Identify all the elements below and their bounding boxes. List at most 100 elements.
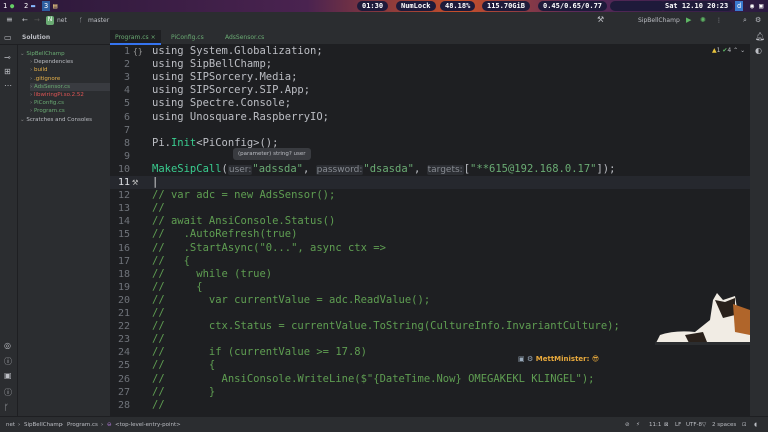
code-line[interactable]: 5 using Spectre.Console; bbox=[110, 97, 750, 110]
code-line[interactable]: 8 Pi.Init<PiConfig>(); bbox=[110, 137, 750, 150]
tree-item-label: PiConfig.cs bbox=[33, 100, 64, 107]
project-badge: N bbox=[46, 16, 54, 25]
tree-item-label: .gitignore bbox=[33, 75, 61, 82]
code-editor[interactable]: ▲1 ✔4 ⌃ ⌄ 1{} using System.Globalization;… bbox=[110, 45, 750, 416]
debug-icon[interactable]: ✺ bbox=[700, 16, 706, 24]
power-save-icon[interactable]: ⚡︎ bbox=[636, 422, 640, 428]
code-line[interactable]: 24 // if (currentValue >= 17.8) bbox=[110, 346, 750, 359]
code-line[interactable]: 13 // bbox=[110, 202, 750, 215]
terminal-icon[interactable]: ▣ bbox=[4, 371, 12, 380]
code-line[interactable]: 19 // { bbox=[110, 281, 750, 294]
services-icon[interactable]: ◎ bbox=[4, 341, 11, 350]
tab-adssensor[interactable]: AdsSensor.cs bbox=[220, 30, 269, 45]
code-line[interactable]: 3 using SIPSorcery.Media; bbox=[110, 71, 750, 84]
line-number: 14 bbox=[117, 216, 130, 228]
problems-icon[interactable]: ⓘ bbox=[4, 356, 12, 367]
gear-icon[interactable]: ⚙ bbox=[755, 16, 761, 24]
notifications-icon[interactable]: ⓘ bbox=[4, 387, 12, 398]
breadcrumb-sep: › bbox=[101, 422, 104, 428]
cursor-position[interactable]: 11:1 bbox=[649, 422, 661, 428]
code-line[interactable]: 23 // bbox=[110, 333, 750, 346]
tree-item[interactable]: › PiConfig.cs bbox=[30, 99, 64, 107]
tab-piconfig[interactable]: PiConfig.cs bbox=[166, 30, 209, 45]
code-line[interactable]: 2 using SipBellChamp; bbox=[110, 58, 750, 71]
editorconfig-icon[interactable]: ▽ bbox=[702, 422, 706, 428]
code-line[interactable]: 17 // { bbox=[110, 255, 750, 268]
ai-assistant-icon[interactable]: ◐ bbox=[755, 46, 762, 55]
solution-header[interactable]: Solution bbox=[22, 34, 50, 41]
run-config-selector[interactable]: SipBellChamp bbox=[638, 17, 680, 24]
menu-icon[interactable]: ≡ bbox=[6, 15, 13, 24]
screen-icon[interactable]: ▣ bbox=[757, 1, 765, 11]
branch-selector[interactable]: master bbox=[88, 17, 109, 24]
code-line[interactable]: 1{} using System.Globalization; bbox=[110, 45, 750, 58]
code-line[interactable]: 20 // var currentValue = adc.ReadValue(); bbox=[110, 294, 750, 307]
tree-item[interactable]: › Program.cs bbox=[30, 107, 65, 115]
app-icon[interactable]: d bbox=[735, 1, 744, 11]
check-icon[interactable]: ⊘ bbox=[625, 422, 630, 428]
run-icon[interactable]: ▶ bbox=[686, 16, 691, 24]
code-line[interactable]: 9 bbox=[110, 150, 750, 163]
code-token: using Spectre.Console; bbox=[152, 97, 292, 110]
indent[interactable]: 2 spaces bbox=[712, 422, 736, 428]
hammer-icon[interactable]: ⚒ bbox=[597, 15, 604, 24]
breadcrumb-sep: › bbox=[18, 422, 21, 428]
tree-item[interactable]: ⌄ SipBellChamp bbox=[20, 50, 65, 58]
breadcrumb-3[interactable]: <top-level-entry-point> bbox=[115, 422, 181, 428]
more-icon[interactable]: ⋮ bbox=[716, 17, 722, 24]
hammer-icon[interactable]: ⚒ bbox=[132, 176, 138, 189]
back-icon[interactable]: ← bbox=[22, 16, 28, 24]
structure-icon[interactable]: ⊞ bbox=[4, 67, 11, 76]
memory-icon[interactable]: ◖ bbox=[754, 422, 757, 428]
tray-icon[interactable]: ◉ bbox=[748, 1, 756, 11]
search-icon[interactable]: ⌕ bbox=[743, 16, 747, 25]
tree-item[interactable]: › .gitignore bbox=[30, 75, 60, 83]
line-number: 24 bbox=[117, 347, 130, 359]
forward-icon[interactable]: → bbox=[34, 16, 40, 24]
code-token: // bbox=[152, 333, 165, 346]
code-text: // .StartAsync("0...", async ctx => bbox=[152, 242, 386, 255]
line-number: 27 bbox=[117, 386, 130, 398]
code-line[interactable]: 25 // { bbox=[110, 359, 750, 372]
code-line[interactable]: 7 bbox=[110, 124, 750, 137]
more-tools-icon[interactable]: ⋯ bbox=[4, 81, 12, 90]
code-line[interactable]: 6 using Unosquare.RaspberryIO; bbox=[110, 111, 750, 124]
tree-item-label: SipBellChamp bbox=[26, 51, 65, 57]
breadcrumb-2[interactable]: Program.cs bbox=[67, 422, 98, 428]
code-line[interactable]: 10 MakeSipCall(user:"adssda", password:"d… bbox=[110, 163, 750, 176]
code-line[interactable]: 14 // await AnsiConsole.Status() bbox=[110, 215, 750, 228]
code-line[interactable]: 12 // var adc = new AdsSensor(); bbox=[110, 189, 750, 202]
code-line[interactable]: 22 // ctx.Status = currentValue.ToString(… bbox=[110, 320, 750, 333]
notification-bell-icon[interactable]: 🔔︎ bbox=[755, 32, 765, 41]
lock-icon[interactable]: ⊡ bbox=[742, 422, 747, 428]
encoding[interactable]: UTF-8 bbox=[686, 422, 702, 428]
git-icon[interactable]: ᚴ bbox=[4, 403, 9, 412]
breadcrumb-1[interactable]: SipBellChamp bbox=[24, 422, 62, 428]
tree-item[interactable]: › build bbox=[30, 66, 47, 74]
breadcrumb-0[interactable]: net bbox=[6, 422, 15, 428]
cat-overlay-image bbox=[655, 293, 750, 345]
code-line[interactable]: 4 using SIPSorcery.SIP.App; bbox=[110, 84, 750, 97]
code-line[interactable]: 15 // .AutoRefresh(true) bbox=[110, 228, 750, 241]
code-line[interactable]: 28 // bbox=[110, 399, 750, 412]
readonly-icon[interactable]: ⊠ bbox=[664, 422, 669, 428]
folder-icon[interactable]: ▭ bbox=[4, 33, 12, 42]
tree-item[interactable]: › libwiringPi.so.2.52 bbox=[30, 91, 84, 99]
tree-item[interactable]: › AdsSensor.cs bbox=[30, 82, 112, 91]
code-line[interactable]: 27 // } bbox=[110, 386, 750, 399]
code-line[interactable]: 11 ⚒ | bbox=[110, 176, 750, 189]
code-text: // var adc = new AdsSensor(); bbox=[152, 189, 335, 202]
code-line[interactable]: 16 // .StartAsync("0...", async ctx => bbox=[110, 242, 750, 255]
line-ending[interactable]: LF bbox=[675, 422, 681, 428]
code-line[interactable]: 26 // AnsiConsole.WriteLine($"{DateTime.N… bbox=[110, 373, 750, 386]
commit-icon[interactable]: ⊸ bbox=[4, 53, 11, 62]
code-line[interactable]: 21 // bbox=[110, 307, 750, 320]
tree-item[interactable]: ⌄ Scratches and Consoles bbox=[20, 116, 92, 124]
globe-icon: ● bbox=[10, 2, 15, 10]
project-selector[interactable]: net bbox=[57, 17, 67, 24]
code-token: using SIPSorcery.Media; bbox=[152, 71, 298, 84]
tab-program[interactable]: Program.cs × bbox=[110, 30, 161, 45]
code-line[interactable]: 18 // while (true) bbox=[110, 268, 750, 281]
tree-item[interactable]: › Dependencies bbox=[30, 58, 73, 66]
workspace-3[interactable]: 3 bbox=[42, 1, 51, 11]
